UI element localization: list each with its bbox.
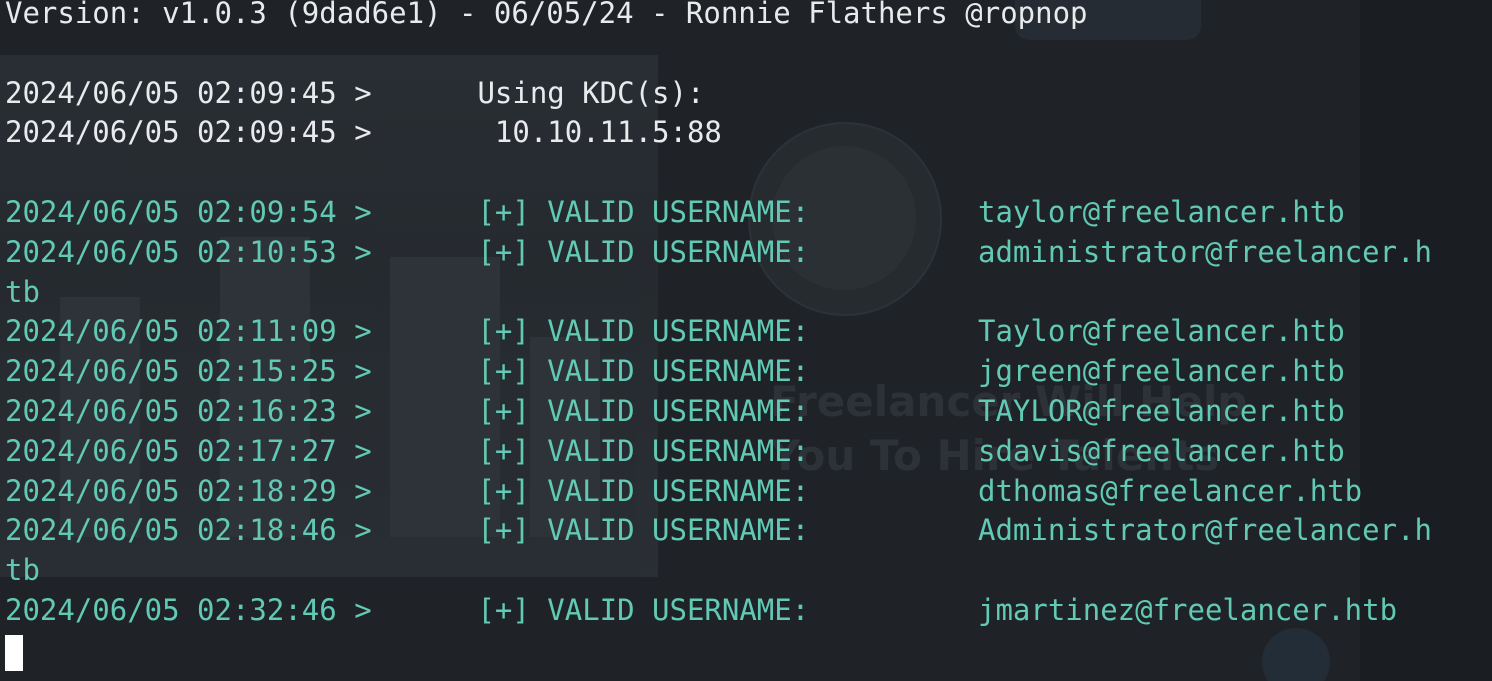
result-username: Administrator@freelancer.h	[978, 513, 1432, 548]
kdc-text: Using KDC(s):	[460, 75, 705, 110]
result-line: 2024/06/05 02:18:29 > [+] VALID USERNAME…	[5, 472, 1490, 512]
terminal-output: Version: v1.0.3 (9dad6e1) - 06/05/24 - R…	[5, 0, 1490, 671]
result-message: [+] VALID USERNAME:	[460, 513, 810, 548]
kdc-line: 2024/06/05 02:09:45 > Using KDC(s):	[5, 74, 1490, 114]
result-message: [+] VALID USERNAME:	[460, 194, 810, 229]
log-timestamp: 2024/06/05 02:09:45 >	[5, 115, 372, 150]
result-username: taylor@freelancer.htb	[978, 194, 1345, 229]
result-username: jgreen@freelancer.htb	[978, 354, 1345, 389]
result-message: [+] VALID USERNAME:	[460, 433, 810, 468]
result-line: 2024/06/05 02:32:46 > [+] VALID USERNAME…	[5, 591, 1490, 631]
result-line: 2024/06/05 02:15:25 > [+] VALID USERNAME…	[5, 352, 1490, 392]
result-line: 2024/06/05 02:10:53 > [+] VALID USERNAME…	[5, 233, 1490, 273]
log-timestamp: 2024/06/05 02:18:46 >	[5, 513, 372, 548]
log-timestamp: 2024/06/05 02:17:27 >	[5, 433, 372, 468]
text-cursor[interactable]	[5, 634, 23, 671]
result-wrap: tb	[5, 274, 40, 309]
result-line: 2024/06/05 02:16:23 > [+] VALID USERNAME…	[5, 392, 1490, 432]
result-line: 2024/06/05 02:17:27 > [+] VALID USERNAME…	[5, 432, 1490, 472]
result-message: [+] VALID USERNAME:	[460, 393, 810, 428]
result-message: [+] VALID USERNAME:	[460, 314, 810, 349]
result-username: sdavis@freelancer.htb	[978, 433, 1345, 468]
log-timestamp: 2024/06/05 02:10:53 >	[5, 234, 372, 269]
prompt-line[interactable]	[5, 631, 1490, 671]
result-username: dthomas@freelancer.htb	[978, 473, 1363, 508]
result-username: TAYLOR@freelancer.htb	[978, 393, 1345, 428]
result-wrap: tb	[5, 553, 40, 588]
log-timestamp: 2024/06/05 02:09:54 >	[5, 194, 372, 229]
kdc-address: 10.10.11.5:88	[460, 115, 722, 150]
terminal-window[interactable]: Freelancer Will Help You To Hire Talents…	[0, 0, 1492, 681]
result-message: [+] VALID USERNAME:	[460, 592, 810, 627]
result-line: 2024/06/05 02:11:09 > [+] VALID USERNAME…	[5, 312, 1490, 352]
log-timestamp: 2024/06/05 02:15:25 >	[5, 354, 372, 389]
log-timestamp: 2024/06/05 02:16:23 >	[5, 393, 372, 428]
version-line: Version: v1.0.3 (9dad6e1) - 06/05/24 - R…	[5, 0, 1088, 30]
result-username: administrator@freelancer.h	[978, 234, 1432, 269]
log-timestamp: 2024/06/05 02:18:29 >	[5, 473, 372, 508]
result-message: [+] VALID USERNAME:	[460, 354, 810, 389]
kdc-line: 2024/06/05 02:09:45 > 10.10.11.5:88	[5, 113, 1490, 153]
log-timestamp: 2024/06/05 02:09:45 >	[5, 75, 372, 110]
result-username: jmartinez@freelancer.htb	[978, 592, 1398, 627]
result-message: [+] VALID USERNAME:	[460, 234, 810, 269]
result-message: [+] VALID USERNAME:	[460, 473, 810, 508]
result-username: Taylor@freelancer.htb	[978, 314, 1345, 349]
log-timestamp: 2024/06/05 02:32:46 >	[5, 592, 372, 627]
result-line: 2024/06/05 02:09:54 > [+] VALID USERNAME…	[5, 193, 1490, 233]
result-line: 2024/06/05 02:18:46 > [+] VALID USERNAME…	[5, 511, 1490, 551]
log-timestamp: 2024/06/05 02:11:09 >	[5, 314, 372, 349]
